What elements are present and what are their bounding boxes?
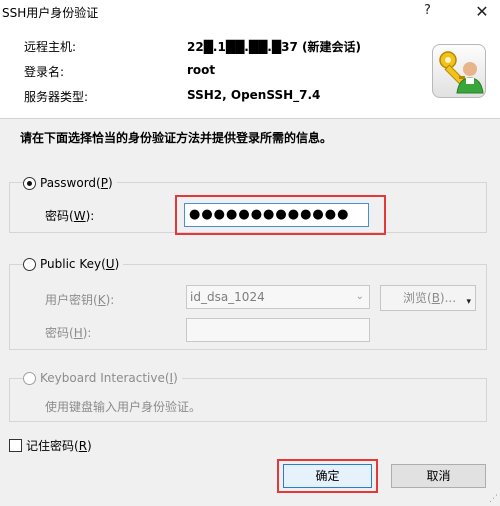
keyboard-interactive-radio[interactable]: Keyboard Interactive(I) <box>23 370 182 386</box>
server-type-label: 服务器类型: <box>24 90 89 104</box>
user-key-label: 用户密钥(K): <box>45 293 115 307</box>
user-key-select-value: id_dsa_1024 <box>190 290 265 304</box>
public-key-radio-label: Public Key(U) <box>40 257 120 271</box>
user-key-select[interactable]: id_dsa_1024 ⌄ <box>186 285 370 309</box>
help-button[interactable]: ? <box>424 3 431 18</box>
password-group-border-right <box>486 182 487 232</box>
publickey-group-border-bottom <box>9 349 487 350</box>
passphrase-label: 密码(H): <box>45 326 92 340</box>
public-key-radio[interactable]: Public Key(U) <box>23 256 124 272</box>
cancel-button[interactable]: 取消 <box>391 464 486 488</box>
resize-grip-icon[interactable]: ⋰ <box>489 494 498 504</box>
login-name-value: root <box>187 63 216 77</box>
radio-selected-icon <box>23 176 36 190</box>
password-radio-label: Password(P) <box>40 176 113 190</box>
chevron-down-icon: ⌄ <box>355 291 364 302</box>
close-button[interactable]: ✕ <box>470 1 494 23</box>
checkbox-box <box>9 439 22 452</box>
remember-password-checkbox[interactable]: 记住密码(R) <box>9 437 92 454</box>
kbd-group-border-bottom <box>9 421 487 422</box>
kbd-group-border-right <box>486 378 487 421</box>
radio-unselected-icon <box>23 257 36 271</box>
password-group-border-left <box>9 182 10 232</box>
instructions-text: 请在下面选择恰当的身份验证方法并提供登录所需的信息。 <box>20 131 333 145</box>
password-radio[interactable]: Password(P) <box>23 175 117 191</box>
keyboard-interactive-radio-label: Keyboard Interactive(I) <box>40 371 178 385</box>
remote-host-value: 22█.1██.██.█37 (新建会话) <box>187 40 361 54</box>
keyboard-interactive-description: 使用键盘输入用户身份验证。 <box>45 400 202 414</box>
server-type-value: SSH2, OpenSSH_7.4 <box>187 88 321 102</box>
publickey-group-border-right <box>486 264 487 349</box>
window-title: SSH用户身份验证 <box>2 6 99 20</box>
dropdown-arrow-icon: ▾ <box>466 297 471 307</box>
browse-button-label: 浏览(B)... <box>403 291 457 305</box>
title-bar: SSH用户身份验证 ? ✕ <box>0 0 500 26</box>
auth-methods-panel: 请在下面选择恰当的身份验证方法并提供登录所需的信息。 Password(P) 密… <box>0 118 500 506</box>
session-info-panel: 远程主机: 22█.1██.██.█37 (新建会话) 登录名: root 服务… <box>0 26 500 118</box>
password-highlight-box <box>175 195 386 235</box>
remember-password-label: 记住密码(R) <box>26 439 92 453</box>
login-name-label: 登录名: <box>24 65 65 79</box>
remote-host-label: 远程主机: <box>24 40 77 54</box>
publickey-group-border-left <box>9 264 10 349</box>
key-user-icon <box>432 44 486 98</box>
passphrase-input[interactable] <box>186 318 370 342</box>
radio-unselected-icon <box>23 371 36 385</box>
ok-highlight-box <box>277 459 378 493</box>
browse-button[interactable]: 浏览(B)... ▾ <box>380 285 476 311</box>
kbd-group-border-left <box>9 378 10 421</box>
password-field-label: 密码(W): <box>45 209 95 223</box>
